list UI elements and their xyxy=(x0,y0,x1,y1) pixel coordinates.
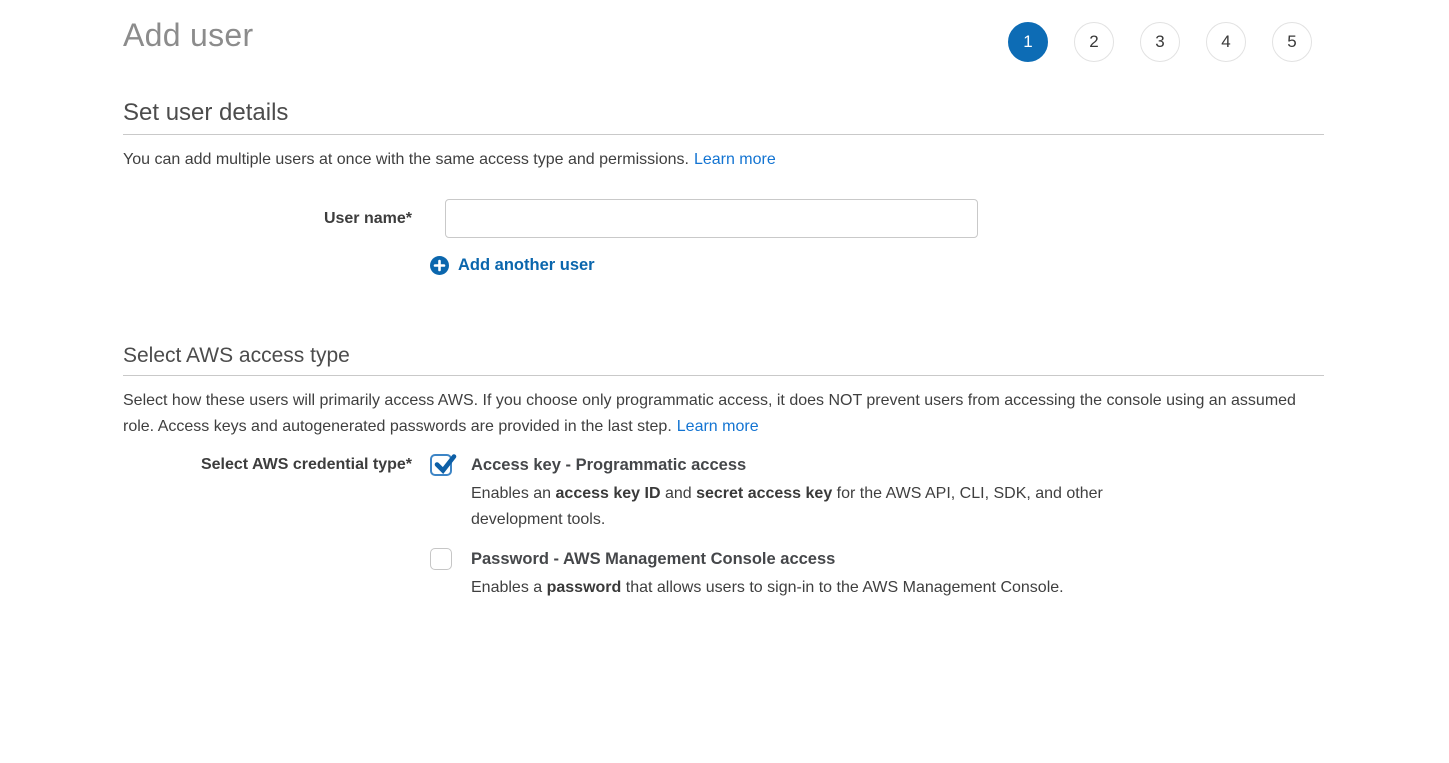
user-name-row: User name* xyxy=(123,199,1324,238)
credential-type-row: Select AWS credential type* Access key -… xyxy=(123,453,1324,601)
option-access-key: Access key - Programmatic access Enables… xyxy=(430,453,1324,533)
wizard-step-5[interactable]: 5 xyxy=(1272,22,1312,62)
password-option-title: Password - AWS Management Console access xyxy=(471,547,1064,571)
access-key-option-title: Access key - Programmatic access xyxy=(471,453,1176,477)
user-name-input[interactable] xyxy=(445,199,978,238)
page-header: Add user 1 2 3 4 5 xyxy=(123,0,1324,62)
access-key-checkbox[interactable] xyxy=(430,454,452,476)
access-type-intro: Select how these users will primarily ac… xyxy=(123,388,1308,440)
access-type-heading: Select AWS access type xyxy=(123,344,1324,368)
section-divider xyxy=(123,134,1324,135)
user-details-intro-text: You can add multiple users at once with … xyxy=(123,151,689,168)
wizard-step-4[interactable]: 4 xyxy=(1206,22,1246,62)
option-access-key-text: Access key - Programmatic access Enables… xyxy=(471,453,1176,533)
option-password-text: Password - AWS Management Console access… xyxy=(471,547,1064,601)
plus-circle-icon xyxy=(430,256,449,275)
access-key-option-description: Enables an access key ID and secret acce… xyxy=(471,481,1176,533)
section-divider xyxy=(123,375,1324,376)
section-user-details: Set user details You can add multiple us… xyxy=(123,99,1324,280)
wizard-step-1[interactable]: 1 xyxy=(1008,22,1048,62)
credential-type-label: Select AWS credential type* xyxy=(123,453,412,477)
wizard-step-3[interactable]: 3 xyxy=(1140,22,1180,62)
add-user-page: Add user 1 2 3 4 5 Set user details You … xyxy=(0,0,1449,763)
user-details-heading: Set user details xyxy=(123,99,1324,127)
section-access-type: Select AWS access type Select how these … xyxy=(123,344,1324,601)
wizard-step-2[interactable]: 2 xyxy=(1074,22,1114,62)
credential-options: Access key - Programmatic access Enables… xyxy=(430,453,1324,601)
option-password: Password - AWS Management Console access… xyxy=(430,547,1324,601)
add-user-field: Add another user xyxy=(430,238,1324,280)
learn-more-link-user-details[interactable]: Learn more xyxy=(694,151,776,168)
wizard-steps: 1 2 3 4 5 xyxy=(1008,22,1312,62)
learn-more-link-access-type[interactable]: Learn more xyxy=(677,418,759,435)
check-icon xyxy=(432,451,458,477)
content-container: Add user 1 2 3 4 5 Set user details You … xyxy=(123,0,1324,601)
user-name-label: User name* xyxy=(123,207,412,231)
password-checkbox[interactable] xyxy=(430,548,452,570)
password-option-description: Enables a password that allows users to … xyxy=(471,575,1064,601)
add-another-user-button[interactable]: Add another user xyxy=(430,256,595,275)
spacer xyxy=(123,238,412,280)
user-details-intro: You can add multiple users at once with … xyxy=(123,147,1308,173)
add-another-user-label: Add another user xyxy=(458,256,595,275)
page-title: Add user xyxy=(123,16,1008,54)
user-name-field xyxy=(430,199,1324,238)
add-user-row: Add another user xyxy=(123,238,1324,280)
